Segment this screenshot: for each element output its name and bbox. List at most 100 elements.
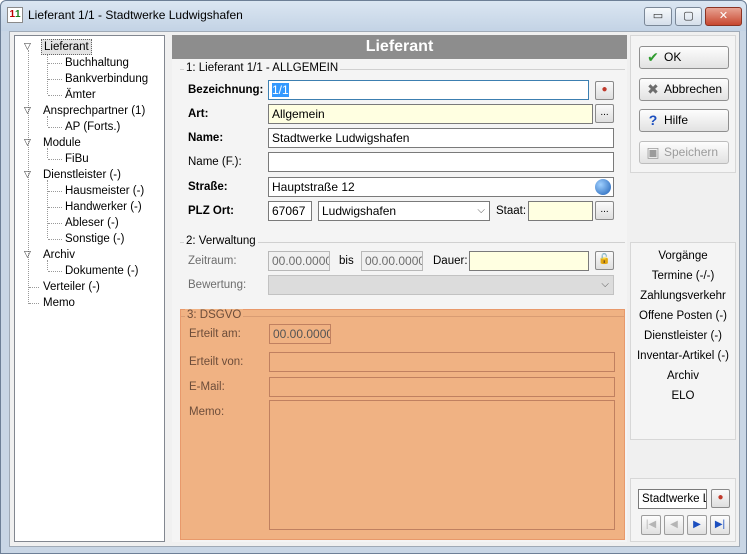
tree-line xyxy=(48,63,62,64)
quick-search-input[interactable]: Stadtwerke L xyxy=(638,489,707,509)
tree-item-archiv[interactable]: Archiv xyxy=(41,247,77,263)
tree-line xyxy=(47,180,48,238)
tree-line xyxy=(48,223,62,224)
memo-textarea[interactable] xyxy=(269,400,615,530)
abbrechen-button[interactable]: ✖ Abbrechen xyxy=(639,78,729,101)
collapse-caret-icon[interactable]: ▽ xyxy=(24,250,33,259)
tree-item-fibu[interactable]: FiBu xyxy=(63,151,91,167)
speichern-button[interactable]: ▣ Speichern xyxy=(639,141,729,164)
link-termine[interactable]: Termine (-/-) xyxy=(631,270,735,282)
hilfe-button[interactable]: ? Hilfe xyxy=(639,109,729,132)
tree-line xyxy=(48,95,62,96)
tree-item-memo[interactable]: Memo xyxy=(41,295,77,311)
tree-line xyxy=(48,271,62,272)
tree-item-verteiler[interactable]: Verteiler (-) xyxy=(41,279,102,295)
hilfe-label: Hilfe xyxy=(664,113,689,127)
link-archiv[interactable]: Archiv xyxy=(631,370,735,382)
email-input[interactable] xyxy=(269,377,615,397)
collapse-caret-icon[interactable]: ▽ xyxy=(24,42,33,51)
tree-line xyxy=(48,79,62,80)
art-label: Art: xyxy=(188,108,209,120)
link-dienstleister[interactable]: Dienstleister (-) xyxy=(631,330,735,342)
app-icon: 11 xyxy=(7,7,23,23)
tree-item-handwerker[interactable]: Handwerker (-) xyxy=(63,199,144,215)
tree-item-lieferant[interactable]: Lieferant xyxy=(41,39,92,55)
erteilt-von-input[interactable] xyxy=(269,352,615,372)
plz-input[interactable]: 67067 xyxy=(268,201,312,221)
staat-input[interactable] xyxy=(528,201,593,221)
abbrechen-label: Abbrechen xyxy=(664,82,723,96)
section-title-allgemein: 1: Lieferant 1/1 - ALLGEMEIN xyxy=(184,62,341,74)
tree-item-bankverbindung[interactable]: Bankverbindung xyxy=(63,71,150,87)
dauer-input[interactable] xyxy=(469,251,589,271)
next-record-button[interactable]: ▶ xyxy=(687,515,707,535)
tree-item-sonstige[interactable]: Sonstige (-) xyxy=(63,231,126,247)
close-button[interactable]: ✕ xyxy=(705,7,742,26)
namef-label: Name (F.): xyxy=(188,156,242,168)
minimize-button[interactable]: ▭ xyxy=(644,7,672,26)
tree-line xyxy=(48,191,62,192)
erteilt-von-label: Erteilt von: xyxy=(189,356,244,368)
bewertung-select[interactable]: ⌵ xyxy=(268,275,614,295)
prev-record-button[interactable]: ◀ xyxy=(664,515,684,535)
speichern-label: Speichern xyxy=(664,145,719,159)
main-panel: Lieferant 1: Lieferant 1/1 - ALLGEMEIN B… xyxy=(172,35,627,542)
first-record-button[interactable]: |◀ xyxy=(641,515,661,535)
memo-label: Memo: xyxy=(189,406,225,418)
strasse-input[interactable]: Hauptstraße 12 xyxy=(268,177,614,197)
tree-line xyxy=(47,52,48,94)
chevron-down-icon: ⌵ xyxy=(477,205,485,216)
ok-button[interactable]: ✔ OK xyxy=(639,46,729,69)
collapse-caret-icon[interactable]: ▽ xyxy=(24,170,33,179)
tree-item-aemter[interactable]: Ämter xyxy=(63,87,98,103)
bis-label: bis xyxy=(339,255,354,267)
maximize-button[interactable]: ▢ xyxy=(675,7,702,26)
link-offene-posten[interactable]: Offene Posten (-) xyxy=(631,310,735,322)
globe-icon[interactable] xyxy=(595,179,611,195)
erteilt-am-input[interactable]: 00.00.0000 xyxy=(269,324,331,344)
related-links-panel: Vorgänge Termine (-/-) Zahlungsverkehr O… xyxy=(630,242,736,440)
tree-line xyxy=(48,207,62,208)
client-area: ▽ Lieferant Buchhaltung Bankverbindung Ä… xyxy=(9,31,740,547)
art-select-button[interactable]: ... xyxy=(595,104,614,123)
tree-line xyxy=(29,303,39,304)
collapse-caret-icon[interactable]: ▽ xyxy=(24,106,33,115)
staat-select-button[interactable]: ... xyxy=(595,201,614,220)
ort-select[interactable]: Ludwigshafen ⌵ xyxy=(318,201,490,221)
record-navigation: Stadtwerke L ● |◀ ◀ ▶ ▶| xyxy=(630,478,736,542)
strasse-label: Straße: xyxy=(188,181,228,193)
tree-item-buchhaltung[interactable]: Buchhaltung xyxy=(63,55,131,71)
contacts-search-button[interactable]: ● xyxy=(711,489,730,508)
link-vorgaenge[interactable]: Vorgänge xyxy=(631,250,735,262)
tree-item-ap-forts[interactable]: AP (Forts.) xyxy=(63,119,122,135)
tree-item-module[interactable]: Module xyxy=(41,135,83,151)
tree-item-hausmeister[interactable]: Hausmeister (-) xyxy=(63,183,146,199)
bezeichnung-label: Bezeichnung: xyxy=(188,84,264,96)
tree-item-dokumente[interactable]: Dokumente (-) xyxy=(63,263,141,279)
lock-button[interactable]: 🔓 xyxy=(595,251,614,270)
tree-item-dienstleister[interactable]: Dienstleister (-) xyxy=(41,167,123,183)
tree-line xyxy=(48,159,62,160)
tree-item-ableser[interactable]: Ableser (-) xyxy=(63,215,121,231)
link-elo[interactable]: ELO xyxy=(631,390,735,402)
name-input[interactable]: Stadtwerke Ludwigshafen xyxy=(268,128,614,148)
contacts-button[interactable]: ● xyxy=(595,81,614,100)
zeitraum-bis-input[interactable]: 00.00.0000 xyxy=(361,251,423,271)
namef-input[interactable] xyxy=(268,152,614,172)
zeitraum-von-input[interactable]: 00.00.0000 xyxy=(268,251,330,271)
application-window: 11 Lieferant 1/1 - Stadtwerke Ludwigshaf… xyxy=(0,0,747,554)
last-record-button[interactable]: ▶| xyxy=(710,515,730,535)
collapse-caret-icon[interactable]: ▽ xyxy=(24,138,33,147)
erteilt-am-label: Erteilt am: xyxy=(189,328,241,340)
art-input[interactable]: Allgemein xyxy=(268,104,593,124)
group-divider xyxy=(181,316,624,317)
link-zahlungsverkehr[interactable]: Zahlungsverkehr xyxy=(631,290,735,302)
link-inventar-artikel[interactable]: Inventar-Artikel (-) xyxy=(631,350,735,362)
bezeichnung-input[interactable]: 1/1 xyxy=(268,80,589,100)
navigation-tree[interactable]: ▽ Lieferant Buchhaltung Bankverbindung Ä… xyxy=(14,35,165,542)
title-bar[interactable]: 11 Lieferant 1/1 - Stadtwerke Ludwigshaf… xyxy=(1,1,746,31)
tree-item-ansprechpartner[interactable]: Ansprechpartner (1) xyxy=(41,103,147,119)
section-title-dsgvo: 3: DSGVO xyxy=(185,309,244,321)
ort-value: Ludwigshafen xyxy=(322,204,397,218)
ok-label: OK xyxy=(664,50,682,64)
